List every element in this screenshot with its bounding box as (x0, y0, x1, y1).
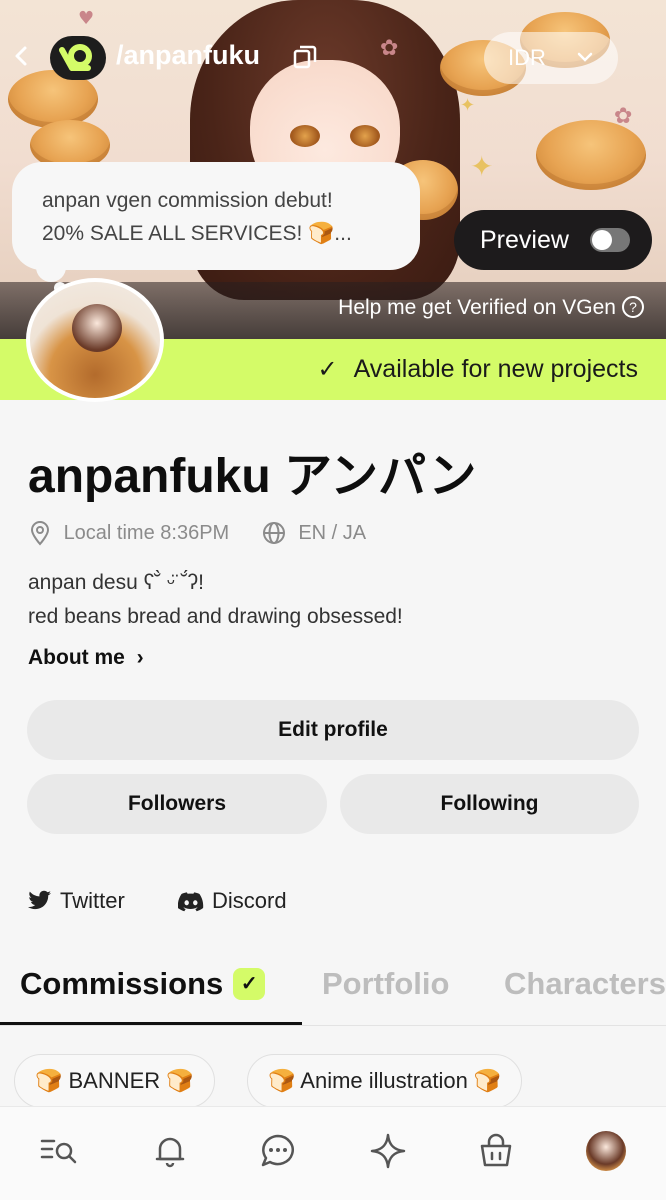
verified-check-icon: ✓ (233, 968, 266, 1000)
following-button[interactable]: Following (340, 774, 639, 834)
profile-tabs: Commissions ✓ Portfolio Characters (0, 960, 666, 1026)
edit-profile-button[interactable]: Edit profile (27, 700, 639, 760)
profile-bio: anpan desu ʕ˘̀ ᵕ̈ ˘́ʔ! red beans bread a… (28, 566, 403, 634)
banner-character-eye (290, 125, 320, 147)
bottom-nav (0, 1106, 666, 1200)
tab-label: Commissions (20, 966, 224, 1001)
avatar-character (72, 304, 122, 352)
about-me-label: About me (28, 646, 125, 669)
discord-link[interactable]: Discord (177, 888, 287, 914)
status-bubble[interactable]: anpan vgen commission debut! 20% SALE AL… (12, 162, 420, 270)
tab-label: Characters (504, 966, 666, 1001)
preview-label: Preview (480, 226, 569, 254)
profile-meta: Local time 8:36PM EN / JA (28, 520, 366, 546)
search-list-icon[interactable] (40, 1131, 80, 1171)
bag-icon[interactable] (476, 1131, 516, 1171)
verify-text: Help me get Verified on VGen (338, 296, 616, 319)
back-icon[interactable] (12, 42, 36, 70)
checkmark-icon: ✓ (317, 356, 338, 383)
bubble-line: anpan vgen commission debut! (42, 189, 333, 212)
about-me-link[interactable]: About me › (28, 646, 144, 670)
twitter-link[interactable]: Twitter (28, 888, 125, 914)
chat-icon[interactable] (258, 1131, 298, 1171)
bubble-line: 20% SALE ALL SERVICES! 🍞... (42, 222, 352, 245)
discord-icon (177, 892, 204, 912)
bell-icon[interactable] (150, 1131, 190, 1171)
chevron-down-icon (576, 32, 594, 104)
banner-character-eye (350, 125, 380, 147)
flower-decoration: ✿ (614, 104, 633, 129)
active-tab-indicator (0, 1022, 302, 1025)
bio-line: anpan desu ʕ˘̀ ᵕ̈ ˘́ʔ! (28, 571, 205, 594)
top-bar: /anpanfuku IDR (0, 28, 666, 88)
service-chip-anime-illustration[interactable]: 🍞 Anime illustration 🍞 (247, 1054, 523, 1108)
vgen-logo[interactable] (50, 36, 106, 80)
profile-handle: /anpanfuku (116, 40, 261, 70)
chevron-right-icon: › (136, 646, 144, 669)
bun-decoration (536, 120, 646, 197)
currency-value: IDR (508, 45, 546, 70)
languages: EN / JA (298, 521, 367, 544)
avatar[interactable] (26, 278, 164, 402)
bio-line: red beans bread and drawing obsessed! (28, 605, 403, 628)
toggle-switch[interactable] (590, 228, 630, 252)
sparkle-decoration: ✦ (460, 95, 476, 116)
copy-icon[interactable] (292, 44, 318, 74)
verify-link[interactable]: Help me get Verified on VGen? (338, 296, 644, 320)
currency-select[interactable]: IDR (484, 32, 618, 84)
globe-icon (262, 522, 285, 544)
sparkle-icon[interactable] (368, 1131, 408, 1171)
toggle-knob (592, 230, 612, 250)
availability-status: ✓ Available for new projects (317, 355, 638, 384)
profile-page: ✦ ✦ ✿ ✿ ♥ /anpanfuku IDR anpan vgen comm… (0, 0, 666, 1200)
followers-button[interactable]: Followers (27, 774, 327, 834)
preview-toggle-button[interactable]: Preview (454, 210, 652, 270)
local-time: Local time 8:36PM (63, 521, 230, 544)
twitter-icon (28, 890, 51, 910)
tab-commissions[interactable]: Commissions ✓ (20, 966, 266, 1002)
discord-label: Discord (212, 888, 287, 913)
profile-avatar[interactable] (586, 1131, 626, 1171)
sparkle-decoration: ✦ (470, 150, 494, 183)
heart-decoration: ♥ (78, 8, 95, 29)
tab-label: Portfolio (322, 966, 450, 1001)
availability-label: Available for new projects (353, 355, 638, 383)
service-chip-banner[interactable]: 🍞 BANNER 🍞 (14, 1054, 215, 1108)
help-icon: ? (622, 296, 644, 318)
bubble-tail (36, 252, 66, 282)
location-pin-icon (30, 521, 50, 546)
tab-portfolio[interactable]: Portfolio (322, 966, 449, 1002)
tab-characters[interactable]: Characters (504, 966, 666, 1002)
profile-name: anpanfuku アンパン (28, 450, 477, 503)
twitter-label: Twitter (60, 888, 125, 913)
